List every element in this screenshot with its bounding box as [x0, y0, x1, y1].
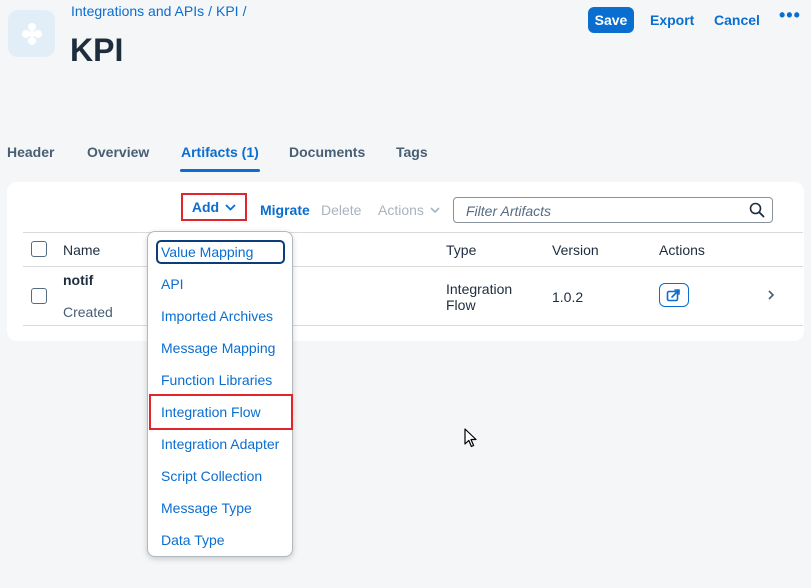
- menu-item-message-type[interactable]: Message Type: [161, 500, 252, 516]
- row-action-button[interactable]: [659, 283, 689, 307]
- cancel-button[interactable]: Cancel: [714, 12, 760, 28]
- tab-overview[interactable]: Overview: [87, 144, 149, 160]
- table-bottom-divider: [23, 325, 803, 326]
- artifact-type-line1: Integration: [446, 281, 513, 297]
- breadcrumb-separator: /: [208, 3, 212, 19]
- chevron-down-icon: [430, 206, 440, 213]
- export-button[interactable]: Export: [650, 12, 694, 28]
- breadcrumb-link-kpi[interactable]: KPI: [216, 3, 239, 19]
- integration-flow-highlight: [149, 394, 293, 430]
- artifact-name: notif: [63, 272, 94, 288]
- filter-artifacts-input[interactable]: [464, 198, 748, 224]
- add-button-label: Add: [191, 199, 220, 215]
- mouse-cursor-icon: [464, 428, 478, 453]
- breadcrumb-separator: /: [242, 3, 247, 19]
- artifact-type-line2: Flow: [446, 297, 476, 313]
- menu-item-api[interactable]: API: [161, 276, 184, 292]
- menu-item-function-libraries[interactable]: Function Libraries: [161, 372, 272, 388]
- search-icon[interactable]: [749, 202, 765, 218]
- column-header-actions[interactable]: Actions: [659, 242, 705, 258]
- filter-artifacts-field[interactable]: [453, 197, 773, 224]
- column-header-name[interactable]: Name: [63, 242, 100, 258]
- migrate-button[interactable]: Migrate: [260, 202, 310, 218]
- row-checkbox[interactable]: [31, 288, 47, 304]
- menu-item-data-type[interactable]: Data Type: [161, 532, 225, 548]
- active-tab-indicator: [180, 169, 260, 172]
- save-button[interactable]: Save: [588, 7, 634, 33]
- breadcrumb: Integrations and APIs / KPI /: [71, 3, 250, 19]
- tab-header[interactable]: Header: [7, 144, 54, 160]
- delete-button[interactable]: Delete: [321, 202, 361, 218]
- chevron-right-icon[interactable]: [767, 288, 775, 306]
- tab-documents[interactable]: Documents: [289, 144, 365, 160]
- column-header-version[interactable]: Version: [552, 242, 599, 258]
- breadcrumb-link-integrations[interactable]: Integrations and APIs: [71, 3, 204, 19]
- tab-artifacts[interactable]: Artifacts (1): [181, 144, 259, 160]
- menu-item-value-mapping[interactable]: Value Mapping: [161, 244, 253, 260]
- actions-menu-label: Actions: [378, 202, 424, 218]
- add-button[interactable]: Add: [181, 193, 247, 221]
- menu-item-script-collection[interactable]: Script Collection: [161, 468, 262, 484]
- menu-item-imported-archives[interactable]: Imported Archives: [161, 308, 273, 324]
- actions-menu-button[interactable]: Actions: [378, 202, 440, 218]
- table-top-divider: [23, 232, 803, 233]
- chevron-down-icon: [225, 203, 236, 211]
- menu-item-message-mapping[interactable]: Message Mapping: [161, 340, 275, 356]
- app-icon: [8, 10, 55, 57]
- column-header-type[interactable]: Type: [446, 242, 476, 258]
- select-all-checkbox[interactable]: [31, 241, 47, 257]
- artifact-status: Created: [63, 304, 113, 320]
- menu-item-integration-adapter[interactable]: Integration Adapter: [161, 436, 279, 452]
- tab-tags[interactable]: Tags: [396, 144, 428, 160]
- page-title: KPI: [70, 32, 124, 68]
- artifact-version-link[interactable]: 1.0.2: [552, 289, 583, 305]
- share-icon: [666, 289, 680, 302]
- more-options-button[interactable]: •••: [779, 5, 801, 26]
- package-icon: [21, 22, 42, 45]
